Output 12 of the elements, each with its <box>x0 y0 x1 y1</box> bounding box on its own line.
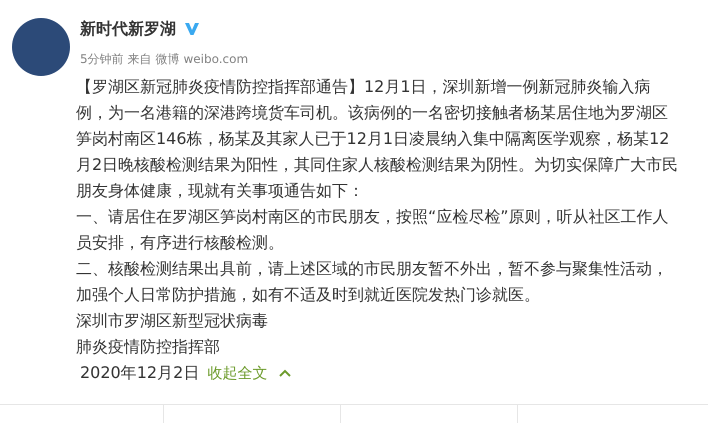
post-paragraph: 深圳市罗湖区新型冠状病毒 <box>76 310 269 332</box>
source-label: 来自 <box>128 51 152 68</box>
source-link[interactable]: 微博 weibo.com <box>156 50 248 68</box>
chevron-up-icon[interactable] <box>279 369 292 377</box>
post-paragraph: 肺炎疫情防控指挥部 <box>76 336 221 358</box>
post-paragraph: 二、核酸检测结果出具前，请上述区域的市民朋友暂不外出，暂不参与聚集性活动，加强个人日常防护措施，如有不适及时到就近医院发热门诊就医。 <box>76 258 669 306</box>
post-paragraph: 一、请居住在罗湖区笋岗村南区的市民朋友，按照“应检尽检”原则，听从社区工作人员安排，有序进行核酸检测。 <box>76 206 670 254</box>
post-time[interactable]: 5分钟前 <box>80 50 124 68</box>
post-date: 2020年12月2日 <box>80 362 200 384</box>
collapse-link[interactable]: 收起全文 <box>207 360 268 386</box>
post-paragraph: 【罗湖区新冠肺炎疫情防控指挥部通告】12月1日，深圳新增一例新冠肺炎输入病例，为一名港籍的深港跨境货车司机。该病例的一名密切接触者杨某居住地为罗湖区笋岗村南区146栋，杨某及其家人已于12月1日凌晨纳入集中隔离医学观察，杨某12月2日晚核酸检测结果为阳性，其同住家人核酸检测结果为阴性。为切实保障广大市民朋友身体健康，现就有关事项通告如下： <box>76 76 680 202</box>
author-name[interactable]: 新时代新罗湖 <box>80 17 176 41</box>
